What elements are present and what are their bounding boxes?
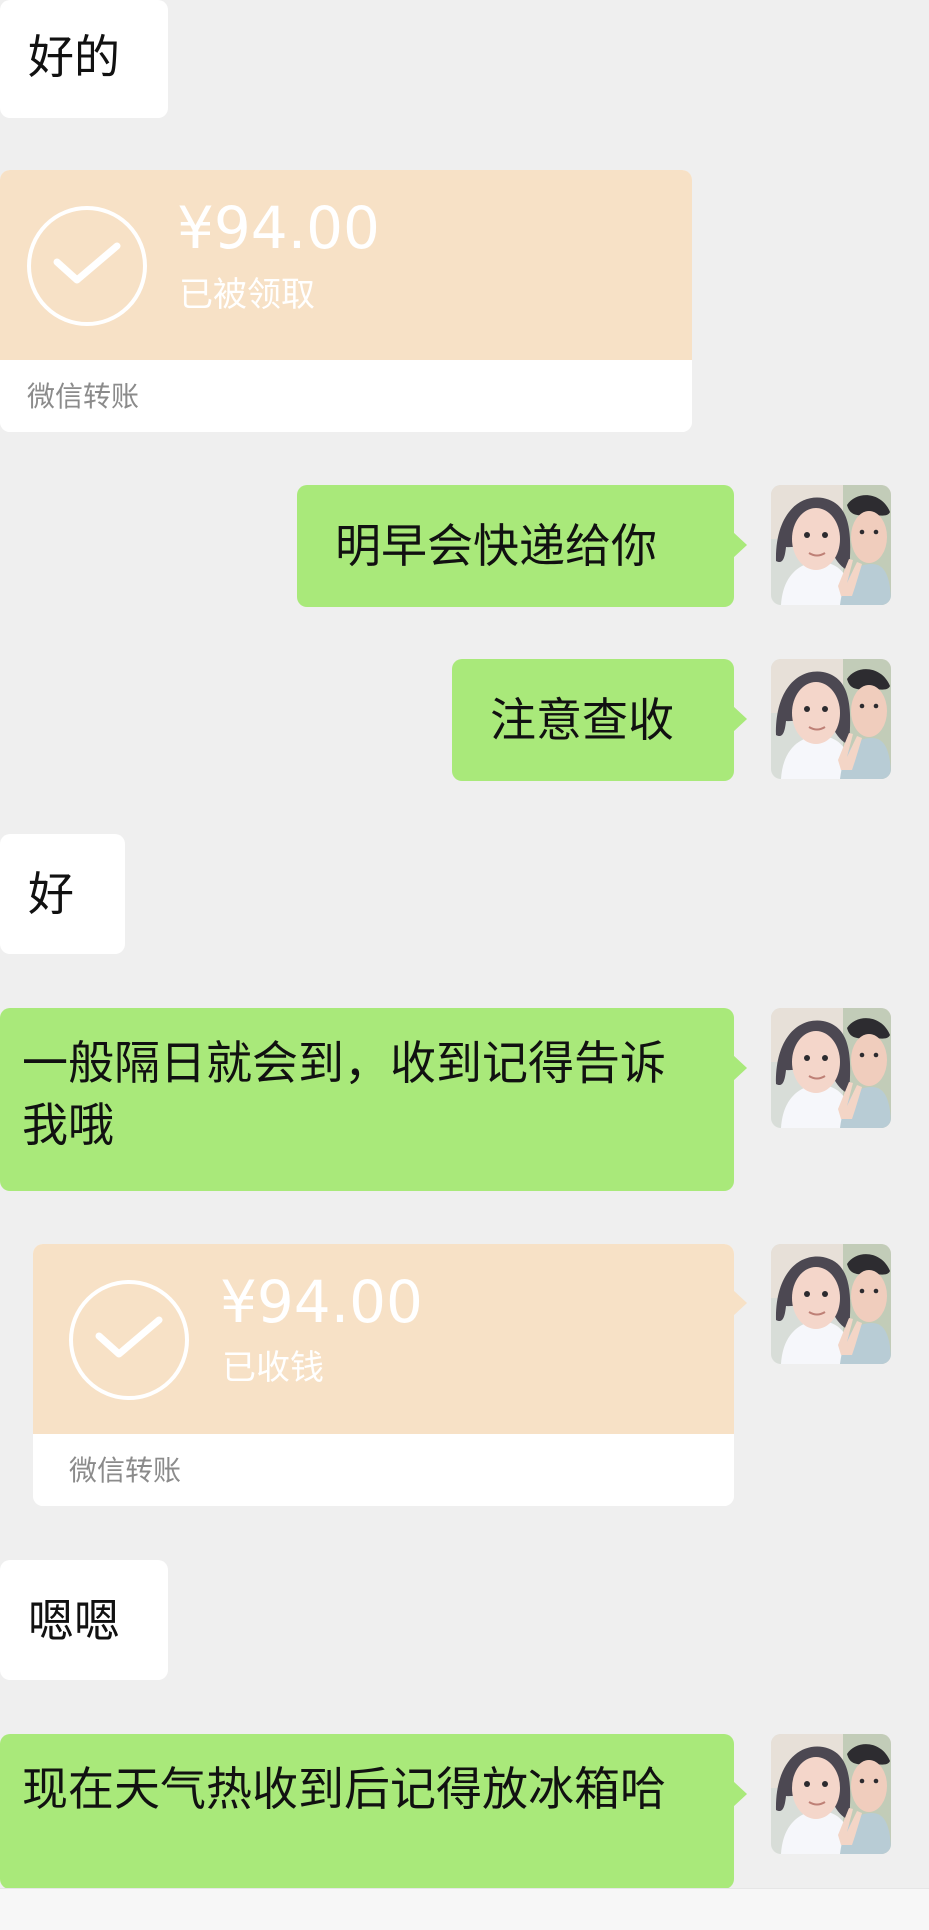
message-bubble-outgoing[interactable]: 注意查收 [452,659,734,781]
checkmark-circle-icon [27,206,147,326]
message-bubble-incoming[interactable]: 好 [0,834,125,954]
user-avatar-icon[interactable] [771,485,891,605]
message-bubble-incoming[interactable]: 嗯嗯 [0,1560,168,1680]
message-text: 嗯嗯 [28,1594,120,1648]
message-bubble-outgoing[interactable]: 明早会快递给你 [297,485,734,607]
message-text: 明早会快递给你 [335,519,657,573]
message-tail-outgoing [733,1055,747,1081]
message-tail-outgoing [733,706,747,732]
message-text: 一般隔日就会到，收到记得告诉我哦 [22,1036,666,1152]
message-tail-outgoing [733,532,747,558]
user-avatar-icon[interactable] [771,1244,891,1364]
message-bubble-outgoing[interactable]: 一般隔日就会到，收到记得告诉我哦 [0,1008,734,1191]
transfer-amount: ¥94.00 [220,1268,423,1336]
transfer-tail-outgoing [733,1290,747,1316]
message-text: 好的 [28,30,120,84]
chat-window: 好的 ¥94.00 已被领取 微信转账 明早会快递给你 注意查收 好 一般隔日就… [0,0,929,1930]
chat-input-bar [0,1888,929,1930]
user-avatar-icon[interactable] [771,659,891,779]
transfer-status: 已收钱 [222,1348,324,1388]
message-bubble-outgoing[interactable]: 现在天气热收到后记得放冰箱哈 [0,1734,734,1889]
transfer-card-incoming[interactable]: ¥94.00 已被领取 微信转账 [0,170,692,432]
transfer-amount: ¥94.00 [177,194,380,262]
transfer-card-outgoing[interactable]: ¥94.00 已收钱 微信转账 [33,1244,734,1506]
message-tail-outgoing [733,1781,747,1807]
transfer-label: 微信转账 [27,380,140,413]
transfer-label: 微信转账 [69,1454,182,1487]
user-avatar-icon[interactable] [771,1734,891,1854]
checkmark-circle-icon [69,1280,189,1400]
message-text: 好 [28,867,74,921]
user-avatar-icon[interactable] [771,1008,891,1128]
transfer-status: 已被领取 [179,275,315,315]
message-text: 现在天气热收到后记得放冰箱哈 [22,1762,666,1816]
message-text: 注意查收 [490,693,674,747]
message-bubble-incoming[interactable]: 好的 [0,0,168,118]
